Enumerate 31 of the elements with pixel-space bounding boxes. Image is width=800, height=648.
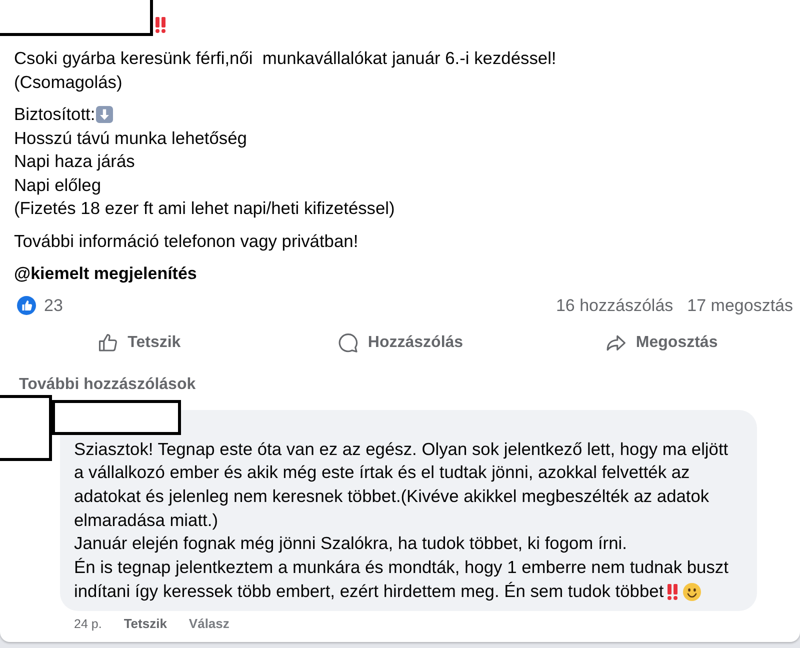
comment-button[interactable]: Hozzászólás (269, 324, 531, 360)
like-link[interactable]: Tetszik (124, 616, 167, 632)
reaction-count[interactable]: 23 (44, 296, 63, 316)
more-comments-link[interactable]: További hozzászólások (19, 374, 196, 394)
comment-text: Én is tegnap jelentkeztem a munkára és mondták, hogy 1 emberre nem tudnak buszt (74, 556, 728, 580)
comment-text: adatokat és jelenleg nem keresnek többet.(Kivéve akikkel megbeszélték az adatok (74, 484, 710, 508)
benefit-item: Napi előleg (14, 174, 102, 197)
comment-count-link[interactable]: 16 hozzászólás (556, 296, 674, 316)
comment-text: elmaradása miatt.) (74, 508, 218, 532)
like-icon[interactable] (17, 296, 36, 315)
like-button[interactable]: Tetszik (8, 324, 270, 360)
double-exclamation-icon (666, 584, 678, 600)
share-button[interactable]: Megosztás (530, 324, 792, 360)
comment-text: indítani így keressek több embert, ezért hirdettem meg. Én sem tudok többet (74, 580, 664, 603)
post-text: Csoki gyárba keresünk férfi,női munkavállalókat január 6.-i kezdéssel! (Csomagolás) (14, 47, 556, 94)
comment-text: Január elején fognak még jönni Szalókra, ha tudok többet, ki fogom írni. (74, 532, 627, 556)
benefit-item: Hosszú távú munka lehetőség (14, 126, 247, 150)
benefit-item: (Fizetés 18 ezer ft ami lehet napi/heti kifizetéssel) (14, 197, 395, 220)
comment-text: Sziasztok! Tegnap este óta van ez az egész. Olyan sok jelentkező lett, hogy ma eljött (74, 438, 728, 461)
comment-time: 24 p. (74, 616, 102, 632)
thumb-up-icon (96, 332, 119, 354)
speech-bubble-icon (336, 332, 359, 354)
benefits-label: Biztosított: (14, 103, 96, 126)
double-exclamation-icon (155, 17, 166, 33)
mention-tag[interactable]: @kiemelt megjelenítés (14, 262, 197, 286)
post-text: További információ telefonon vagy privátban! (14, 230, 358, 253)
reply-link[interactable]: Válasz (188, 616, 230, 632)
smiley-icon (682, 582, 701, 601)
benefit-item: Napi haza járás (14, 150, 135, 173)
comment-text: a vállalkozó ember és akik még este írtak és el tudtak jönni, azokkal felvették az (74, 461, 690, 484)
share-count-link[interactable]: 17 megosztás (687, 296, 793, 316)
